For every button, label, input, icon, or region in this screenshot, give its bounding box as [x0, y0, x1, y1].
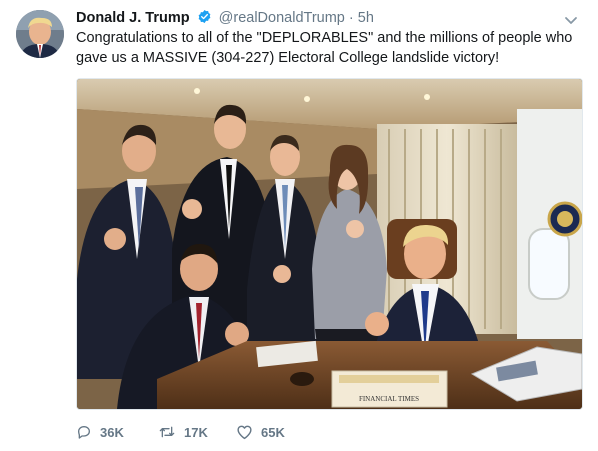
tweet-text: Congratulations to all of the "DEPLORABL…: [76, 30, 573, 66]
verified-badge-icon: [197, 9, 212, 28]
avatar-image: [16, 10, 64, 58]
author-handle[interactable]: @realDonaldTrump: [219, 10, 345, 26]
tweet-timestamp[interactable]: 5h: [358, 10, 374, 26]
reply-icon[interactable]: [76, 424, 92, 440]
avatar[interactable]: [16, 10, 64, 58]
reply-action[interactable]: 36K: [76, 424, 124, 440]
newspaper-masthead: FINANCIAL TIMES: [359, 395, 419, 403]
like-action[interactable]: 65K: [236, 424, 285, 440]
reply-count: 36K: [100, 424, 124, 440]
chevron-down-icon[interactable]: [563, 12, 579, 28]
photo-illustration: FINANCIAL TIMES: [77, 79, 582, 409]
tweet-photo[interactable]: FINANCIAL TIMES: [76, 78, 583, 410]
tweet: Donald J. Trump @realDonaldTrump · 5h Co…: [0, 0, 598, 451]
author-name[interactable]: Donald J. Trump: [76, 10, 190, 26]
header-separator: ·: [348, 10, 354, 26]
retweet-action[interactable]: 17K: [158, 424, 208, 440]
retweet-count: 17K: [184, 424, 208, 440]
tweet-header: Donald J. Trump @realDonaldTrump · 5h: [76, 9, 374, 28]
retweet-icon[interactable]: [158, 424, 176, 440]
like-count: 65K: [261, 424, 285, 440]
like-icon[interactable]: [236, 424, 253, 440]
